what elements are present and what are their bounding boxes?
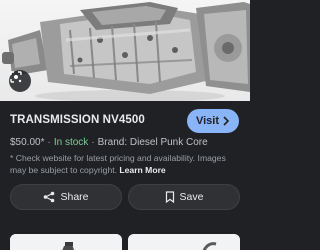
lens-glyph <box>10 71 22 83</box>
share-icon <box>44 191 55 203</box>
product-price: $50.00* <box>10 137 45 148</box>
learn-more-link[interactable]: Learn More <box>119 165 165 175</box>
visit-label: Visit <box>195 115 220 127</box>
product-image[interactable] <box>0 0 250 101</box>
separator-dot: · <box>47 137 51 148</box>
related-result-thumbnail[interactable] <box>10 234 122 250</box>
related-result-thumbnail[interactable] <box>128 234 240 250</box>
transmission-image <box>2 2 250 101</box>
share-button[interactable]: Share <box>10 184 122 210</box>
product-meta: $50.00* · In stock · Brand: Diesel Punk Core <box>10 137 208 148</box>
product-brand: Brand: Diesel Punk Core <box>97 137 208 148</box>
related-image <box>128 234 240 250</box>
save-button[interactable]: Save <box>128 184 240 210</box>
disclaimer-text: * Check website for latest pricing and a… <box>10 153 226 175</box>
share-label: Share <box>60 191 89 203</box>
stock-status: In stock <box>53 137 89 148</box>
product-title: TRANSMISSION NV4500 <box>10 114 145 126</box>
product-detail-panel: TRANSMISSION NV4500 Visit $50.00* · In sto… <box>0 0 250 250</box>
separator-dot: · <box>91 137 95 148</box>
save-label: Save <box>179 191 204 203</box>
lens-icon[interactable] <box>9 70 31 92</box>
chevron-right-icon <box>223 116 230 126</box>
visit-button[interactable]: Visit <box>187 109 239 133</box>
bookmark-icon <box>165 191 174 203</box>
pricing-disclaimer: * Check website for latest pricing and a… <box>10 152 242 176</box>
related-image <box>10 234 122 250</box>
